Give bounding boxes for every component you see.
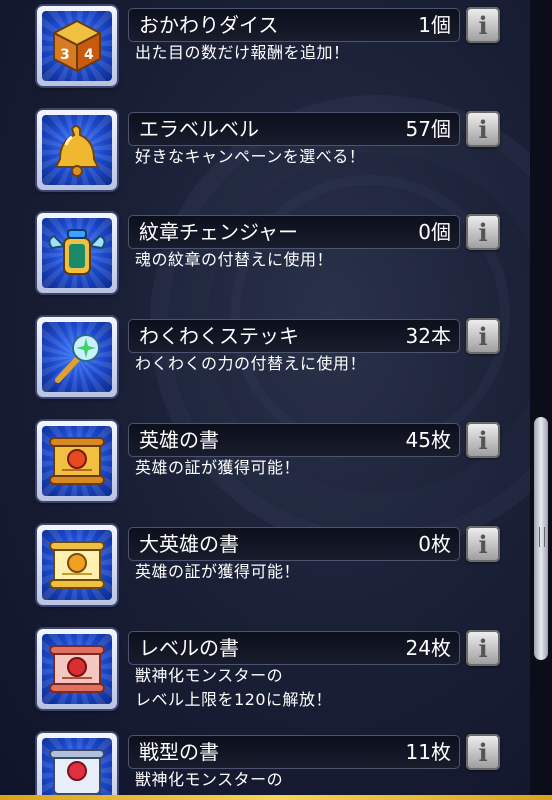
item-icon-frame: 3 4 — [37, 6, 117, 86]
item-name: 英雄の書 — [139, 428, 219, 452]
item-name: 紋章チェンジャー — [139, 220, 298, 244]
item-name-bar: 大英雄の書 0枚 — [128, 527, 460, 561]
info-button[interactable]: i — [466, 526, 500, 562]
svg-text:4: 4 — [84, 47, 94, 63]
item-description: 獣神化モンスターの — [135, 770, 284, 789]
item-count: 45枚 — [405, 428, 451, 452]
list-item[interactable]: 英雄の書 45枚 英雄の証が獲得可能！ i — [0, 415, 530, 515]
info-icon: i — [478, 530, 488, 559]
item-name: おかわりダイス — [139, 13, 279, 37]
info-icon: i — [478, 11, 488, 40]
item-name-bar: わくわくステッキ 32本 — [128, 319, 460, 353]
grip-icon — [539, 527, 545, 547]
info-icon: i — [478, 426, 488, 455]
item-name: エラベルベル — [139, 117, 259, 141]
great-hero-book-icon — [42, 530, 112, 600]
info-button[interactable]: i — [466, 214, 500, 250]
item-name: 大英雄の書 — [139, 532, 239, 556]
wand-icon — [42, 322, 112, 392]
item-count: 0枚 — [418, 532, 451, 556]
item-description: 魂の紋章の付替えに使用！ — [135, 250, 334, 269]
item-name: 戦型の書 — [139, 740, 219, 764]
item-icon-frame — [37, 213, 117, 293]
info-button[interactable]: i — [466, 422, 500, 458]
item-icon-frame — [37, 525, 117, 605]
scrollbar[interactable] — [530, 0, 552, 800]
item-description: 獣神化モンスターの レベル上限を120に解放！ — [135, 666, 333, 709]
item-count: 1個 — [418, 13, 451, 37]
item-icon-frame — [37, 110, 117, 190]
crest-changer-icon — [42, 218, 112, 288]
item-count: 24枚 — [405, 636, 451, 660]
item-icon-frame — [37, 629, 117, 709]
info-icon: i — [478, 738, 488, 767]
info-icon: i — [478, 115, 488, 144]
info-button[interactable]: i — [466, 7, 500, 43]
info-button[interactable]: i — [466, 111, 500, 147]
list-item[interactable]: 3 4 おかわりダイス 1個 出た目の数だけ報酬を追加！ i — [0, 0, 530, 100]
info-button[interactable]: i — [466, 630, 500, 666]
info-icon: i — [478, 218, 488, 247]
hero-book-icon — [42, 426, 112, 496]
item-count: 32本 — [405, 324, 451, 348]
item-count: 11枚 — [405, 740, 451, 764]
list-item[interactable]: レベルの書 24枚 獣神化モンスターの レベル上限を120に解放！ i — [0, 623, 530, 723]
item-list-screen: 3 4 おかわりダイス 1個 出た目の数だけ報酬を追加！ i エラベルベル 57… — [0, 0, 552, 800]
item-icon-frame — [37, 317, 117, 397]
dice-icon: 3 4 — [42, 11, 112, 81]
item-description: 出た目の数だけ報酬を追加！ — [135, 43, 350, 62]
item-name-bar: レベルの書 24枚 — [128, 631, 460, 665]
bell-icon — [42, 115, 112, 185]
level-book-icon — [42, 634, 112, 704]
item-name: レベルの書 — [139, 636, 239, 660]
item-name-bar: 英雄の書 45枚 — [128, 423, 460, 457]
item-description: 英雄の証が獲得可能！ — [135, 562, 301, 581]
item-name-bar: 紋章チェンジャー 0個 — [128, 215, 460, 249]
list-item[interactable]: わくわくステッキ 32本 わくわくの力の付替えに使用！ i — [0, 311, 530, 411]
item-description: 好きなキャンペーンを選べる！ — [135, 147, 366, 166]
item-description: 英雄の証が獲得可能！ — [135, 458, 301, 477]
list-item[interactable]: エラベルベル 57個 好きなキャンペーンを選べる！ i — [0, 104, 530, 204]
info-icon: i — [478, 634, 488, 663]
battle-type-book-icon — [42, 738, 112, 800]
item-icon-frame — [37, 421, 117, 501]
item-name-bar: おかわりダイス 1個 — [128, 8, 460, 42]
list-item[interactable]: 戦型の書 11枚 獣神化モンスターの i — [0, 727, 530, 800]
svg-text:3: 3 — [60, 47, 70, 63]
item-icon-frame — [37, 733, 117, 800]
item-name-bar: 戦型の書 11枚 — [128, 735, 460, 769]
info-button[interactable]: i — [466, 318, 500, 354]
info-button[interactable]: i — [466, 734, 500, 770]
info-icon: i — [478, 322, 488, 351]
item-count: 0個 — [418, 220, 451, 244]
scroll-thumb[interactable] — [534, 417, 548, 660]
item-description: わくわくの力の付替えに使用！ — [135, 354, 367, 373]
item-count: 57個 — [405, 117, 451, 141]
item-name-bar: エラベルベル 57個 — [128, 112, 460, 146]
list-item[interactable]: 大英雄の書 0枚 英雄の証が獲得可能！ i — [0, 519, 530, 619]
item-name: わくわくステッキ — [139, 324, 299, 348]
list-item[interactable]: 紋章チェンジャー 0個 魂の紋章の付替えに使用！ i — [0, 207, 530, 307]
bottom-menu-edge — [0, 795, 552, 800]
